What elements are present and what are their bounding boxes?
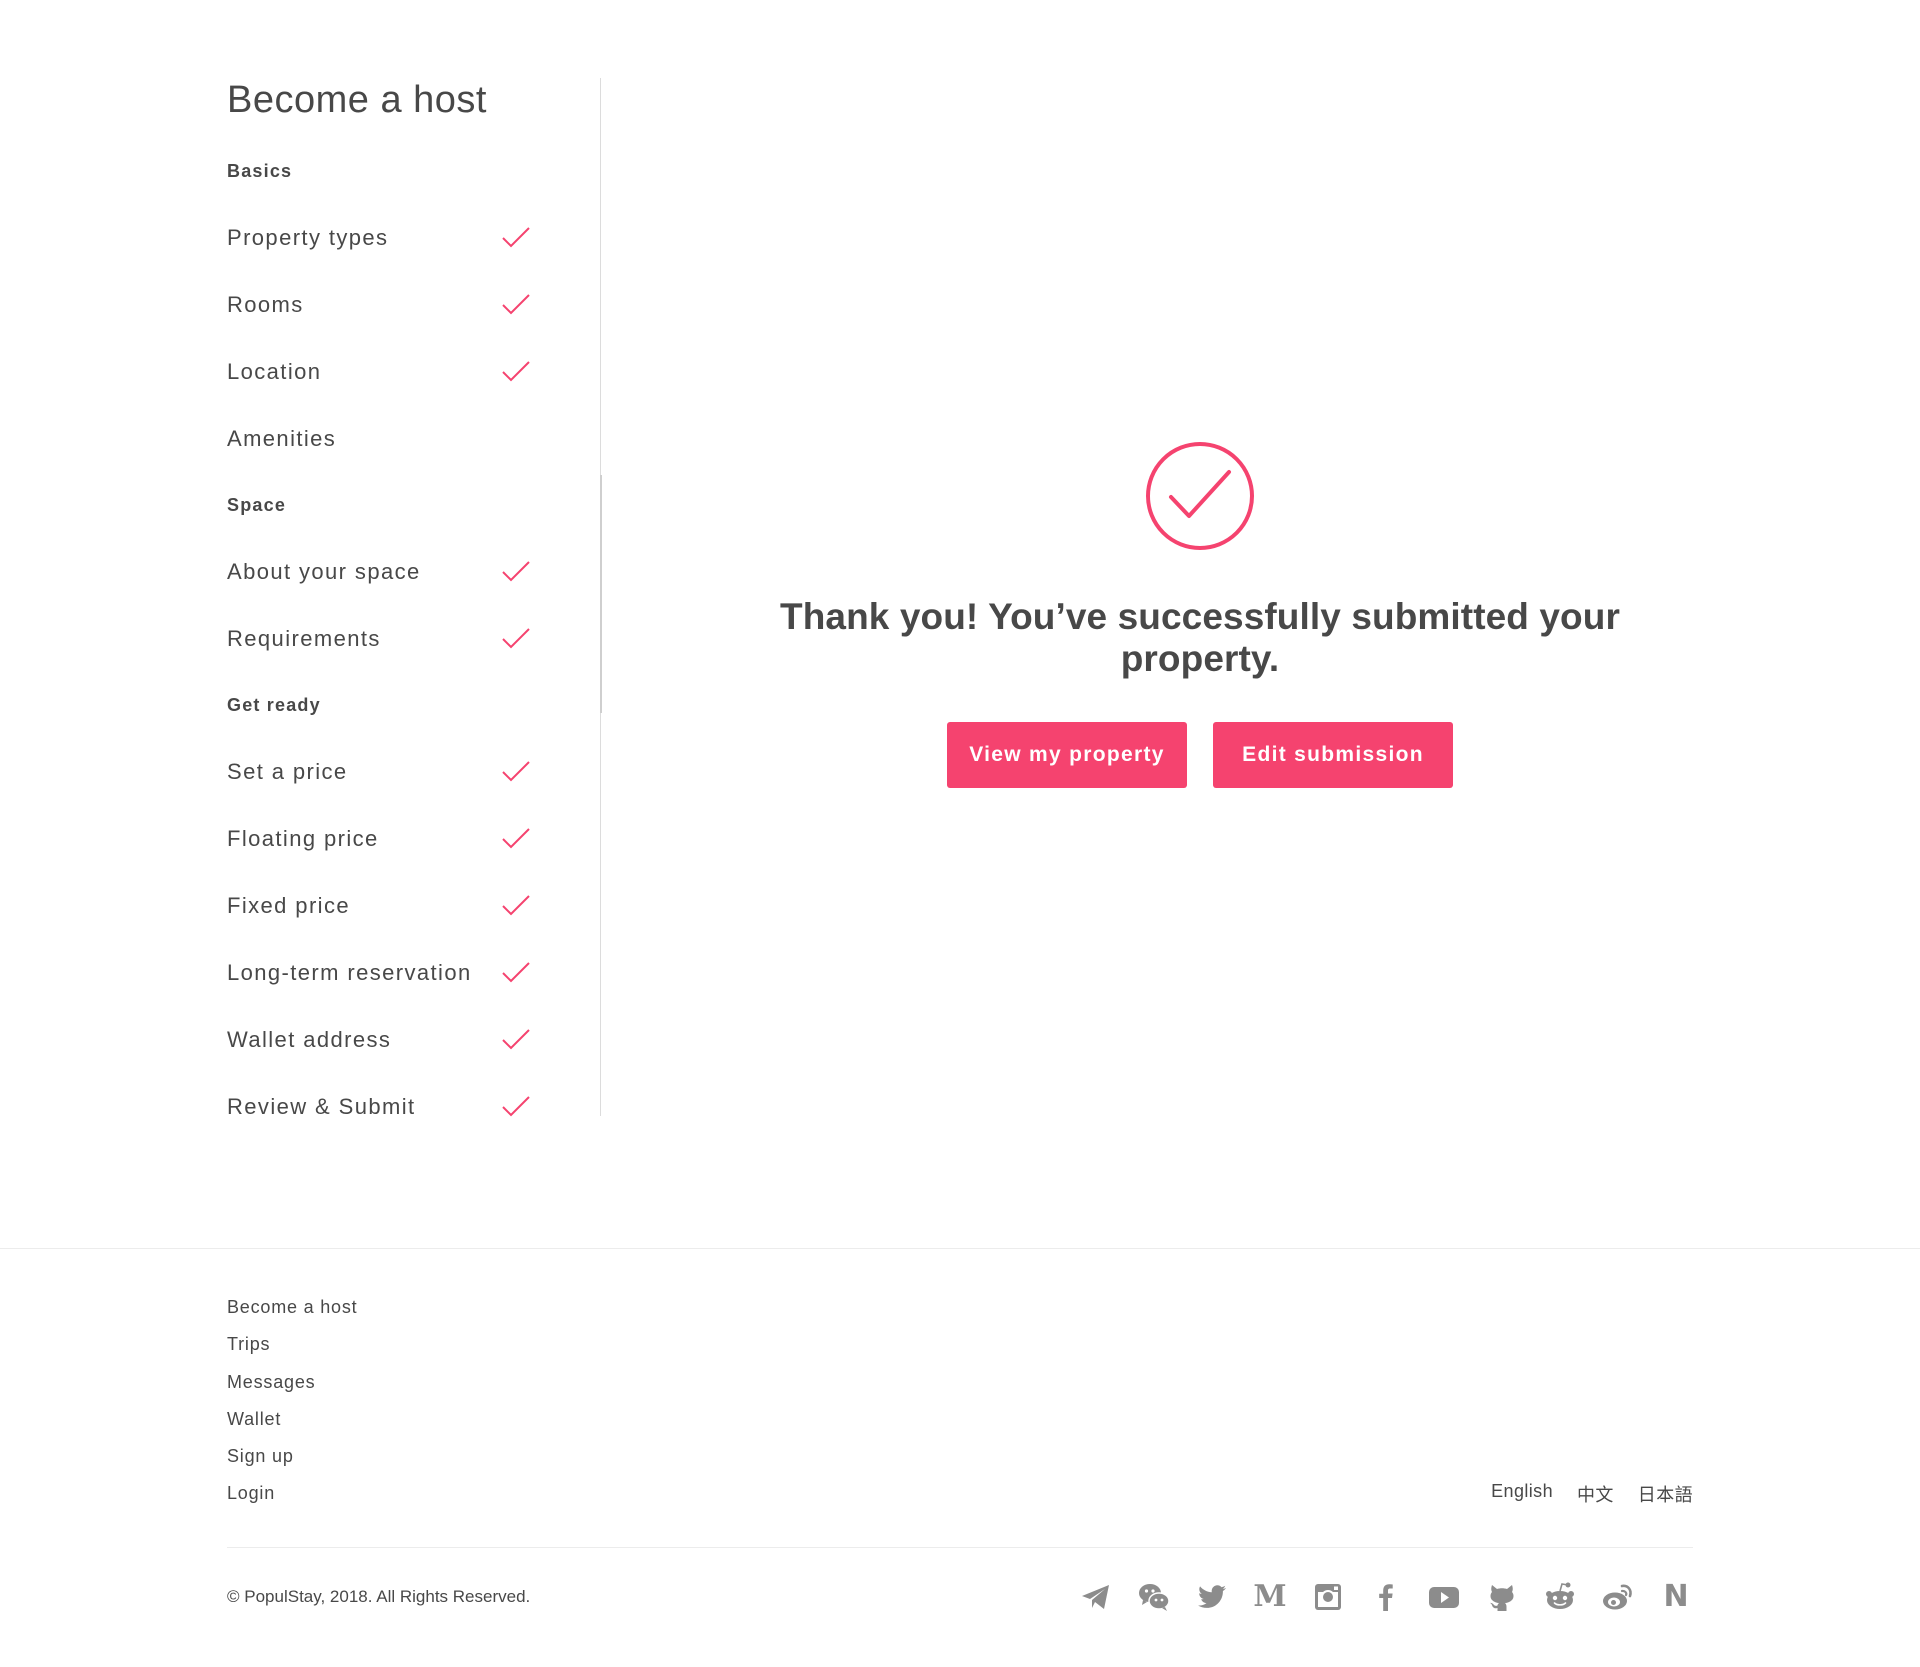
sidebar: Become a host Basics Property types Rooms L… — [227, 70, 597, 1140]
sidebar-title: Become a host — [227, 79, 487, 121]
sidebar-step[interactable]: Wallet address — [227, 1006, 597, 1073]
checkmark-icon — [502, 894, 530, 915]
reddit-icon[interactable] — [1543, 1580, 1577, 1614]
sidebar-step-label: Review & Submit — [227, 1093, 416, 1119]
twitter-icon[interactable] — [1195, 1580, 1229, 1614]
notion-icon[interactable]: N — [1659, 1580, 1693, 1614]
checkmark-icon — [502, 1095, 530, 1116]
success-actions: View my property Edit submission — [700, 722, 1700, 788]
sidebar-step-label: Wallet address — [227, 1026, 392, 1052]
footer-divider — [0, 1248, 1920, 1249]
footer-link[interactable]: Trips — [227, 1330, 357, 1367]
sidebar-step-label: Long-term reservation — [227, 959, 472, 985]
sidebar-step[interactable]: Rooms — [227, 271, 597, 338]
youtube-icon[interactable] — [1427, 1580, 1461, 1614]
telegram-icon[interactable] — [1079, 1580, 1113, 1614]
sidebar-step-label: About your space — [227, 558, 421, 584]
sidebar-step[interactable]: Floating price — [227, 805, 597, 872]
edit-submission-button[interactable]: Edit submission — [1213, 722, 1453, 788]
sidebar-section-label: Get ready — [227, 695, 321, 715]
sidebar-step[interactable]: Location — [227, 338, 597, 405]
sidebar-scrollbar[interactable] — [600, 475, 602, 713]
footer-link[interactable]: Wallet — [227, 1405, 357, 1442]
checkmark-icon — [502, 827, 530, 848]
sidebar-step-label: Amenities — [227, 425, 337, 451]
footer-link[interactable]: Become a host — [227, 1293, 357, 1330]
checkmark-icon — [502, 293, 530, 314]
language-switcher: English 中文 日本語 — [1491, 1481, 1693, 1507]
sidebar-step[interactable]: Amenities — [227, 405, 597, 472]
sidebar-step-label: Property types — [227, 224, 389, 250]
sidebar-step[interactable]: Set a price — [227, 738, 597, 805]
github-icon[interactable] — [1485, 1580, 1519, 1614]
sidebar-step-label: Location — [227, 358, 322, 384]
checkmark-icon — [502, 360, 530, 381]
sidebar-step-label: Rooms — [227, 291, 304, 317]
instagram-icon[interactable] — [1311, 1580, 1345, 1614]
copyright-text: © PopulStay, 2018. All Rights Reserved. — [227, 1587, 531, 1606]
view-my-property-button[interactable]: View my property — [947, 722, 1187, 788]
sidebar-step-label: Fixed price — [227, 892, 350, 918]
checkmark-icon — [502, 627, 530, 648]
sidebar-step-label: Floating price — [227, 825, 379, 851]
footer-link[interactable]: Sign up — [227, 1442, 357, 1479]
sidebar-section-label: Basics — [227, 161, 293, 181]
sidebar-step[interactable]: Long-term reservation — [227, 939, 597, 1006]
language-option[interactable]: 日本語 — [1638, 1481, 1693, 1507]
checkmark-icon — [502, 760, 530, 781]
footer-link[interactable]: Messages — [227, 1368, 357, 1405]
medium-icon[interactable]: M — [1253, 1580, 1287, 1614]
wechat-icon[interactable] — [1137, 1580, 1171, 1614]
facebook-icon[interactable] — [1369, 1580, 1403, 1614]
checkmark-icon — [502, 560, 530, 581]
language-option[interactable]: 中文 — [1577, 1481, 1614, 1507]
checkmark-icon — [502, 226, 530, 247]
sidebar-step[interactable]: Requirements — [227, 605, 597, 672]
success-message: Thank you! You’ve successfully submitted… — [780, 596, 1620, 679]
page: Become a host Basics Property types Rooms L… — [0, 0, 1920, 1667]
sidebar-step[interactable]: Review & Submit — [227, 1073, 597, 1140]
footer-link[interactable]: Login — [227, 1479, 357, 1516]
checkmark-icon — [502, 1028, 530, 1049]
weibo-icon[interactable] — [1601, 1580, 1635, 1614]
sidebar-step-label: Set a price — [227, 758, 348, 784]
checkmark-icon — [502, 961, 530, 982]
check-circle-icon — [1146, 442, 1254, 550]
sidebar-step[interactable]: About your space — [227, 538, 597, 605]
footer-bottom-divider — [227, 1547, 1693, 1548]
success-panel: Thank you! You’ve successfully submitted… — [700, 440, 1700, 788]
footer-nav: Become a host Trips Messages Wallet Sign up L… — [227, 1293, 357, 1517]
sidebar-steps: Basics Property types Rooms Location Ameniti… — [227, 138, 597, 1140]
sidebar-section-label: Space — [227, 495, 287, 515]
language-option[interactable]: English — [1491, 1481, 1553, 1507]
social-links: M N — [1079, 1580, 1693, 1614]
sidebar-step[interactable]: Fixed price — [227, 872, 597, 939]
sidebar-step-label: Requirements — [227, 625, 381, 651]
sidebar-step[interactable]: Property types — [227, 204, 597, 271]
